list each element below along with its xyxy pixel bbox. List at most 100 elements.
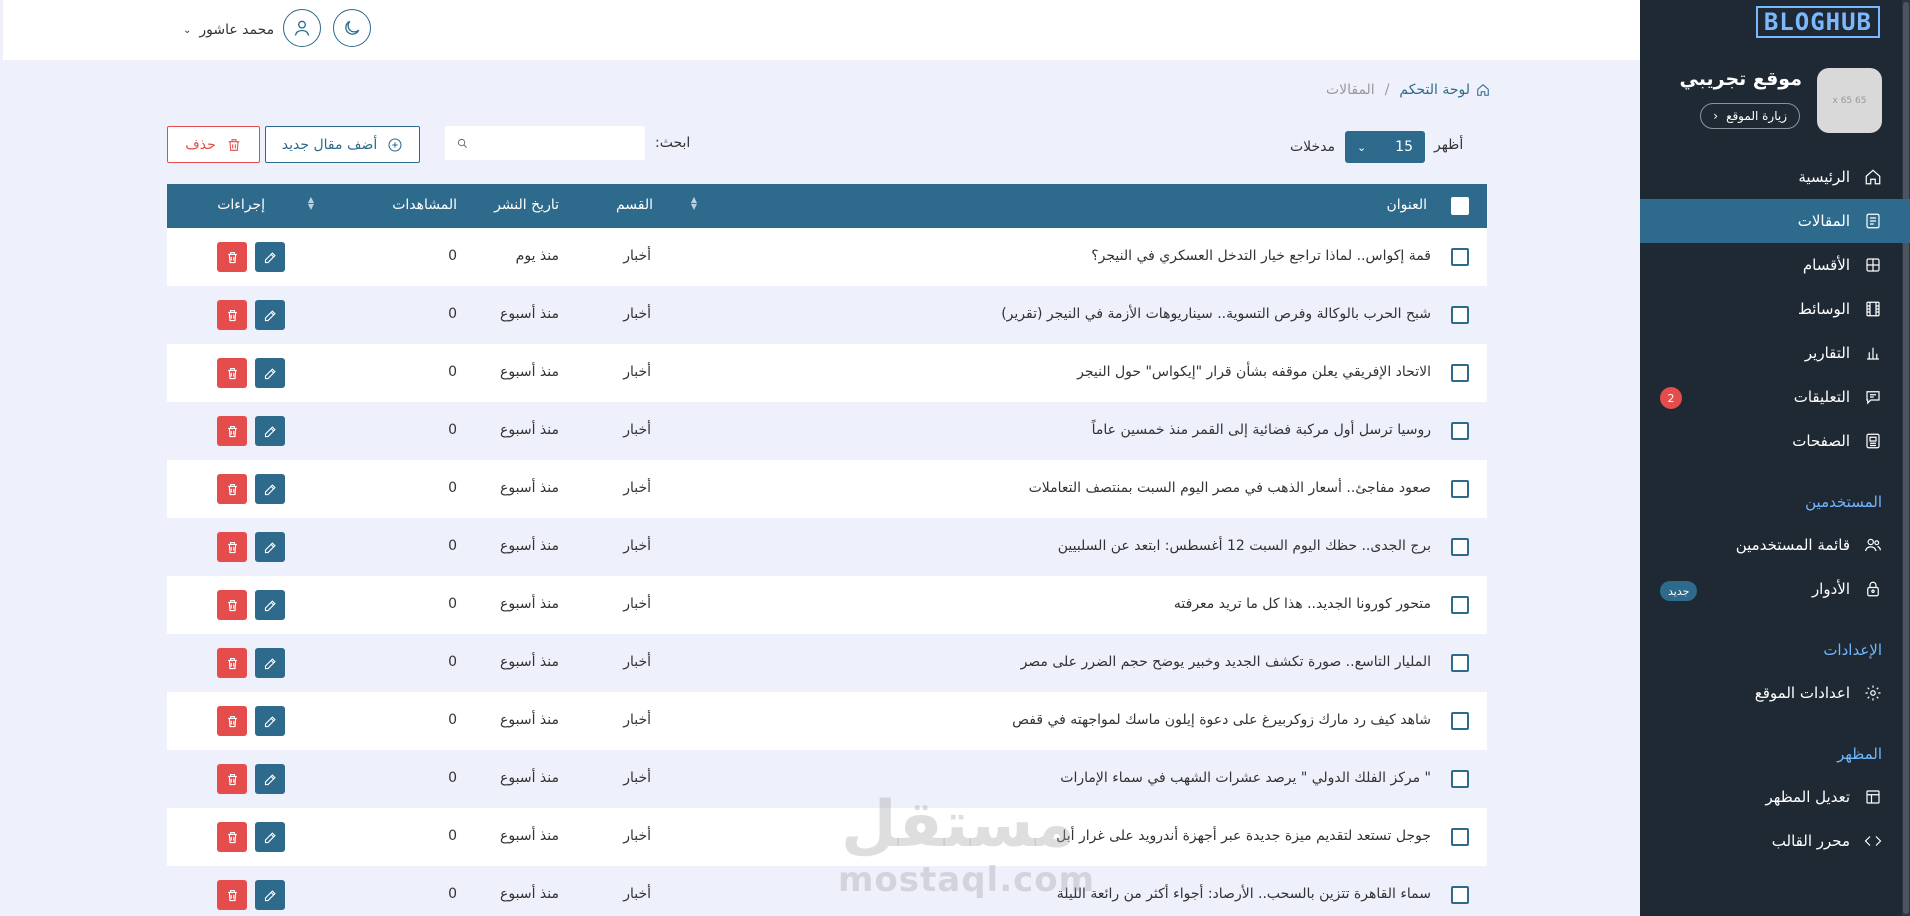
table-row[interactable]: جوجل تستعد لتقديم ميزة جديدة عبر أجهزة أ… bbox=[167, 808, 1487, 866]
sidebar-item-label: اعدادات الموقع bbox=[1754, 684, 1850, 702]
edit-button[interactable] bbox=[255, 648, 285, 678]
row-title[interactable]: " مركز الفلك الدولي " يرصد عشرات الشهب ف… bbox=[1060, 770, 1431, 786]
section-settings: الإعدادات bbox=[1823, 641, 1882, 659]
edit-button[interactable] bbox=[255, 880, 285, 910]
sidebar-item-template-editor[interactable]: محرر القالب bbox=[1640, 819, 1910, 863]
delete-button[interactable] bbox=[217, 358, 247, 388]
trash-icon bbox=[228, 138, 240, 151]
table-row[interactable]: شاهد كيف رد مارك زوكربيرغ على دعوة إيلون… bbox=[167, 692, 1487, 750]
row-title[interactable]: سماء القاهرة تتزين بالسحب.. الأرصاد: أجو… bbox=[1057, 886, 1431, 902]
row-title[interactable]: شبح الحرب بالوكالة وفرص التسوية.. سيناري… bbox=[1001, 306, 1431, 322]
user-profile-button[interactable] bbox=[283, 9, 321, 47]
table-row[interactable]: شبح الحرب بالوكالة وفرص التسوية.. سيناري… bbox=[167, 286, 1487, 344]
edit-button[interactable] bbox=[255, 706, 285, 736]
table-row[interactable]: سماء القاهرة تتزين بالسحب.. الأرصاد: أجو… bbox=[167, 866, 1487, 916]
row-title[interactable]: قمة إكواس.. لماذا تراجع خيار التدخل العس… bbox=[1091, 248, 1431, 264]
row-checkbox[interactable] bbox=[1451, 654, 1469, 672]
delete-button[interactable] bbox=[217, 764, 247, 794]
user-name: محمد عاشور bbox=[199, 22, 275, 38]
row-title[interactable]: برج الجدى.. حظك اليوم السبت 12 أغسطس: اب… bbox=[1058, 538, 1431, 554]
sort-arrows-icon[interactable]: ▲ ▼ bbox=[691, 196, 697, 211]
sidebar-item-label: الوسائط bbox=[1797, 300, 1850, 318]
row-checkbox[interactable] bbox=[1451, 248, 1469, 266]
page-size-select[interactable]: ⌄ 15 bbox=[1345, 131, 1425, 163]
delete-button[interactable] bbox=[217, 474, 247, 504]
row-title[interactable]: المليار التاسع.. صورة تكشف الجديد وخبير … bbox=[1021, 654, 1431, 670]
edit-button[interactable] bbox=[255, 416, 285, 446]
row-checkbox[interactable] bbox=[1451, 538, 1469, 556]
search-input[interactable] bbox=[445, 126, 645, 160]
row-title[interactable]: روسيا ترسل أول مركبة فضائية إلى القمر من… bbox=[1092, 422, 1431, 438]
row-title[interactable]: متحور كورونا الجديد.. هذا كل ما تريد معر… bbox=[1174, 596, 1431, 612]
edit-button[interactable] bbox=[255, 532, 285, 562]
sidebar-item-reports[interactable]: التقارير bbox=[1640, 331, 1910, 375]
delete-button[interactable] bbox=[217, 242, 247, 272]
sidebar-item-roles[interactable]: الأدوار جديد bbox=[1640, 567, 1910, 611]
table-row[interactable]: " مركز الفلك الدولي " يرصد عشرات الشهب ف… bbox=[167, 750, 1487, 808]
header-category[interactable]: القسم bbox=[616, 197, 653, 213]
sort-arrows-icon[interactable]: ▲ ▼ bbox=[308, 196, 314, 211]
sidebar-item-edit-appearance[interactable]: تعديل المظهر bbox=[1640, 775, 1910, 819]
row-checkbox[interactable] bbox=[1451, 306, 1469, 324]
edit-button[interactable] bbox=[255, 242, 285, 272]
select-all-checkbox[interactable] bbox=[1451, 197, 1469, 215]
dark-mode-toggle[interactable] bbox=[333, 9, 371, 47]
header-title[interactable]: العنوان bbox=[1386, 197, 1427, 213]
sidebar-item-label: الصفحات bbox=[1792, 432, 1850, 450]
row-checkbox[interactable] bbox=[1451, 480, 1469, 498]
row-title[interactable]: شاهد كيف رد مارك زوكربيرغ على دعوة إيلون… bbox=[1012, 712, 1431, 728]
breadcrumb-home[interactable]: لوحة التحكم bbox=[1399, 82, 1490, 98]
table-row[interactable]: الاتحاد الإفريقي يعلن موقفه بشأن قرار "إ… bbox=[167, 344, 1487, 402]
edit-button[interactable] bbox=[255, 300, 285, 330]
edit-button[interactable] bbox=[255, 764, 285, 794]
edit-button[interactable] bbox=[255, 474, 285, 504]
delete-button[interactable] bbox=[217, 706, 247, 736]
table-row[interactable]: قمة إكواس.. لماذا تراجع خيار التدخل العس… bbox=[167, 228, 1487, 286]
sidebar-item-users-list[interactable]: قائمة المستخدمين bbox=[1640, 523, 1910, 567]
row-category: أخبار bbox=[623, 422, 651, 438]
sidebar-item-site-settings[interactable]: اعدادات الموقع bbox=[1640, 671, 1910, 715]
sidebar-item-home[interactable]: الرئيسية bbox=[1640, 155, 1910, 199]
row-checkbox[interactable] bbox=[1451, 712, 1469, 730]
document-icon bbox=[1864, 212, 1882, 230]
delete-button[interactable] bbox=[217, 648, 247, 678]
bulk-delete-button[interactable]: حذف bbox=[167, 126, 260, 163]
add-article-button[interactable]: أضف مقال جديد bbox=[265, 126, 420, 163]
header-date[interactable]: تاريخ النشر bbox=[494, 197, 559, 213]
sidebar-item-categories[interactable]: الأقسام bbox=[1640, 243, 1910, 287]
delete-button[interactable] bbox=[217, 590, 247, 620]
row-title[interactable]: جوجل تستعد لتقديم ميزة جديدة عبر أجهزة أ… bbox=[1056, 828, 1431, 844]
visit-site-button[interactable]: زيارة الموقع ‹ bbox=[1700, 103, 1800, 129]
table-row[interactable]: روسيا ترسل أول مركبة فضائية إلى القمر من… bbox=[167, 402, 1487, 460]
row-checkbox[interactable] bbox=[1451, 364, 1469, 382]
row-title[interactable]: الاتحاد الإفريقي يعلن موقفه بشأن قرار "إ… bbox=[1077, 364, 1431, 380]
delete-button[interactable] bbox=[217, 300, 247, 330]
delete-button[interactable] bbox=[217, 880, 247, 910]
table-row[interactable]: المليار التاسع.. صورة تكشف الجديد وخبير … bbox=[167, 634, 1487, 692]
table-row[interactable]: صعود مفاجئ.. أسعار الذهب في مصر اليوم ال… bbox=[167, 460, 1487, 518]
row-checkbox[interactable] bbox=[1451, 596, 1469, 614]
user-menu[interactable]: محمد عاشور ⌄ bbox=[183, 22, 274, 38]
row-checkbox[interactable] bbox=[1451, 886, 1469, 904]
delete-button[interactable] bbox=[217, 532, 247, 562]
sidebar-item-articles[interactable]: المقالات bbox=[1640, 199, 1910, 243]
row-title[interactable]: صعود مفاجئ.. أسعار الذهب في مصر اليوم ال… bbox=[1029, 480, 1431, 496]
row-date: منذ أسبوع bbox=[500, 654, 559, 670]
brand-logo[interactable]: BLOGHUB bbox=[1755, 6, 1880, 38]
sidebar-item-comments[interactable]: التعليقات 2 bbox=[1640, 375, 1910, 419]
row-date: منذ أسبوع bbox=[500, 422, 559, 438]
row-category: أخبار bbox=[623, 538, 651, 554]
edit-button[interactable] bbox=[255, 590, 285, 620]
edit-button[interactable] bbox=[255, 358, 285, 388]
row-checkbox[interactable] bbox=[1451, 422, 1469, 440]
table-row[interactable]: برج الجدى.. حظك اليوم السبت 12 أغسطس: اب… bbox=[167, 518, 1487, 576]
delete-button[interactable] bbox=[217, 822, 247, 852]
row-checkbox[interactable] bbox=[1451, 828, 1469, 846]
sidebar-item-media[interactable]: الوسائط bbox=[1640, 287, 1910, 331]
row-checkbox[interactable] bbox=[1451, 770, 1469, 788]
edit-button[interactable] bbox=[255, 822, 285, 852]
sidebar-item-pages[interactable]: الصفحات bbox=[1640, 419, 1910, 463]
header-views[interactable]: المشاهدات bbox=[392, 197, 457, 213]
table-row[interactable]: متحور كورونا الجديد.. هذا كل ما تريد معر… bbox=[167, 576, 1487, 634]
delete-button[interactable] bbox=[217, 416, 247, 446]
